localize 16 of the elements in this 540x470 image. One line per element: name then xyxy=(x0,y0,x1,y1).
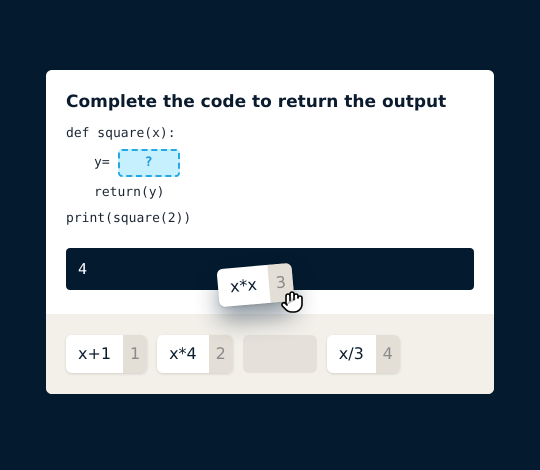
tile-key: 2 xyxy=(208,335,233,373)
code-line: return(y) xyxy=(93,184,166,202)
answer-tile[interactable]: x+1 1 xyxy=(66,335,148,373)
tile-label: x+1 xyxy=(77,343,112,365)
code-line: print(square(2)) xyxy=(66,210,192,228)
question-title: Complete the code to return the output xyxy=(66,91,448,114)
tile-key: 1 xyxy=(123,335,148,373)
answer-tile[interactable]: x/3 4 xyxy=(326,335,400,373)
hand-cursor-icon xyxy=(280,290,304,314)
code-line: y= xyxy=(94,154,110,172)
tile-label: x/3 xyxy=(338,343,365,365)
code-line: def square(x): xyxy=(66,124,177,142)
tile-label: x*4 xyxy=(168,343,198,365)
answer-tile[interactable]: x*4 2 xyxy=(157,335,233,373)
tile-key: 4 xyxy=(376,335,400,373)
tile-label: x*x xyxy=(228,274,259,298)
